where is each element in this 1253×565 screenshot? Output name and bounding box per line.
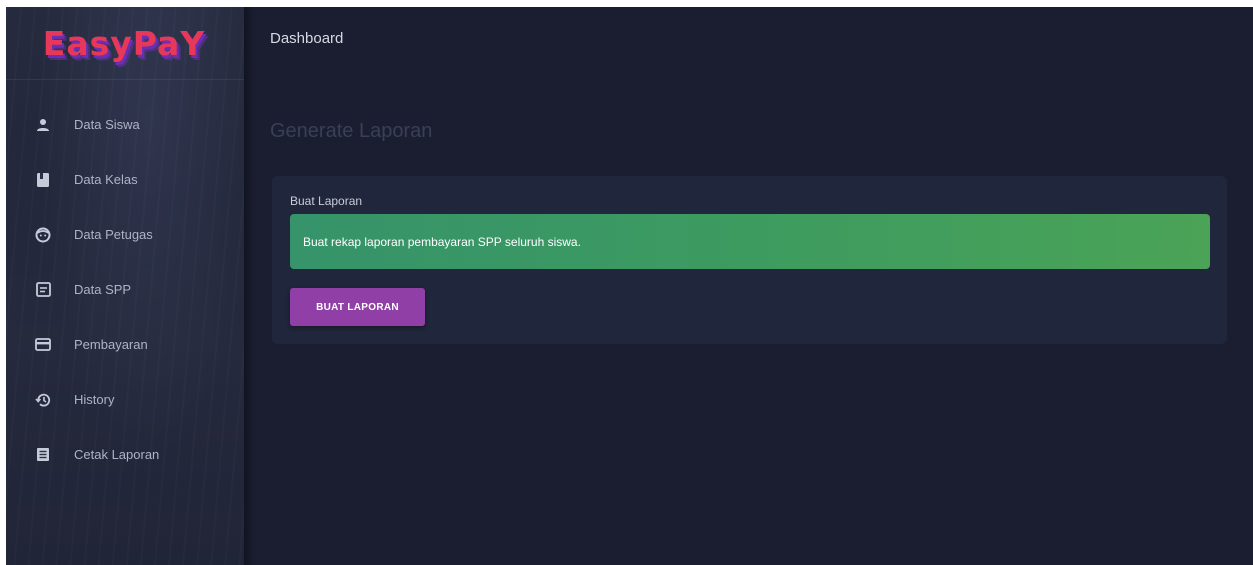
sidebar-shadow (244, 7, 254, 565)
page-title: Generate Laporan (270, 120, 433, 142)
sidebar-item-label: History (74, 392, 115, 407)
sidebar: EasyPaY Data Siswa Data Kelas Data Petug… (6, 7, 244, 565)
history-icon (34, 391, 52, 409)
person-icon (34, 116, 52, 134)
sidebar-item-label: Data SPP (74, 282, 132, 297)
sidebar-item-label: Data Kelas (74, 172, 138, 187)
alert-text: Buat rekap laporan pembayaran SPP seluru… (303, 234, 581, 249)
sidebar-item-data-siswa[interactable]: Data Siswa (6, 97, 244, 152)
sidebar-item-data-kelas[interactable]: Data Kelas (6, 152, 244, 207)
sidebar-item-data-spp[interactable]: Data SPP (6, 262, 244, 317)
topbar: Dashboard (254, 7, 1253, 72)
info-alert: Buat rekap laporan pembayaran SPP seluru… (290, 214, 1210, 269)
app-window: EasyPaY Data Siswa Data Kelas Data Petug… (6, 7, 1253, 565)
sidebar-item-data-petugas[interactable]: Data Petugas (6, 207, 244, 262)
sidebar-item-label: Data Siswa (74, 117, 140, 132)
sidebar-item-history[interactable]: History (6, 372, 244, 427)
sidebar-menu: Data Siswa Data Kelas Data Petugas Data … (6, 97, 244, 482)
sidebar-item-label: Pembayaran (74, 337, 148, 352)
sidebar-item-label: Data Petugas (74, 227, 153, 242)
topbar-title: Dashboard (270, 30, 344, 47)
logo[interactable]: EasyPaY (6, 7, 244, 80)
sidebar-item-label: Cetak Laporan (74, 447, 160, 462)
report-card: Buat Laporan Buat rekap laporan pembayar… (272, 176, 1227, 344)
receipt-icon (34, 281, 52, 299)
card-title: Buat Laporan (290, 194, 363, 208)
credit-card-icon (34, 336, 52, 354)
logo-text: EasyPaY (42, 23, 206, 63)
buat-laporan-button[interactable]: BUAT LAPORAN (290, 288, 425, 326)
book-icon (34, 171, 52, 189)
sidebar-item-cetak-laporan[interactable]: Cetak Laporan (6, 427, 244, 482)
document-icon (34, 446, 52, 464)
sidebar-item-pembayaran[interactable]: Pembayaran (6, 317, 244, 372)
face-icon (34, 226, 52, 244)
